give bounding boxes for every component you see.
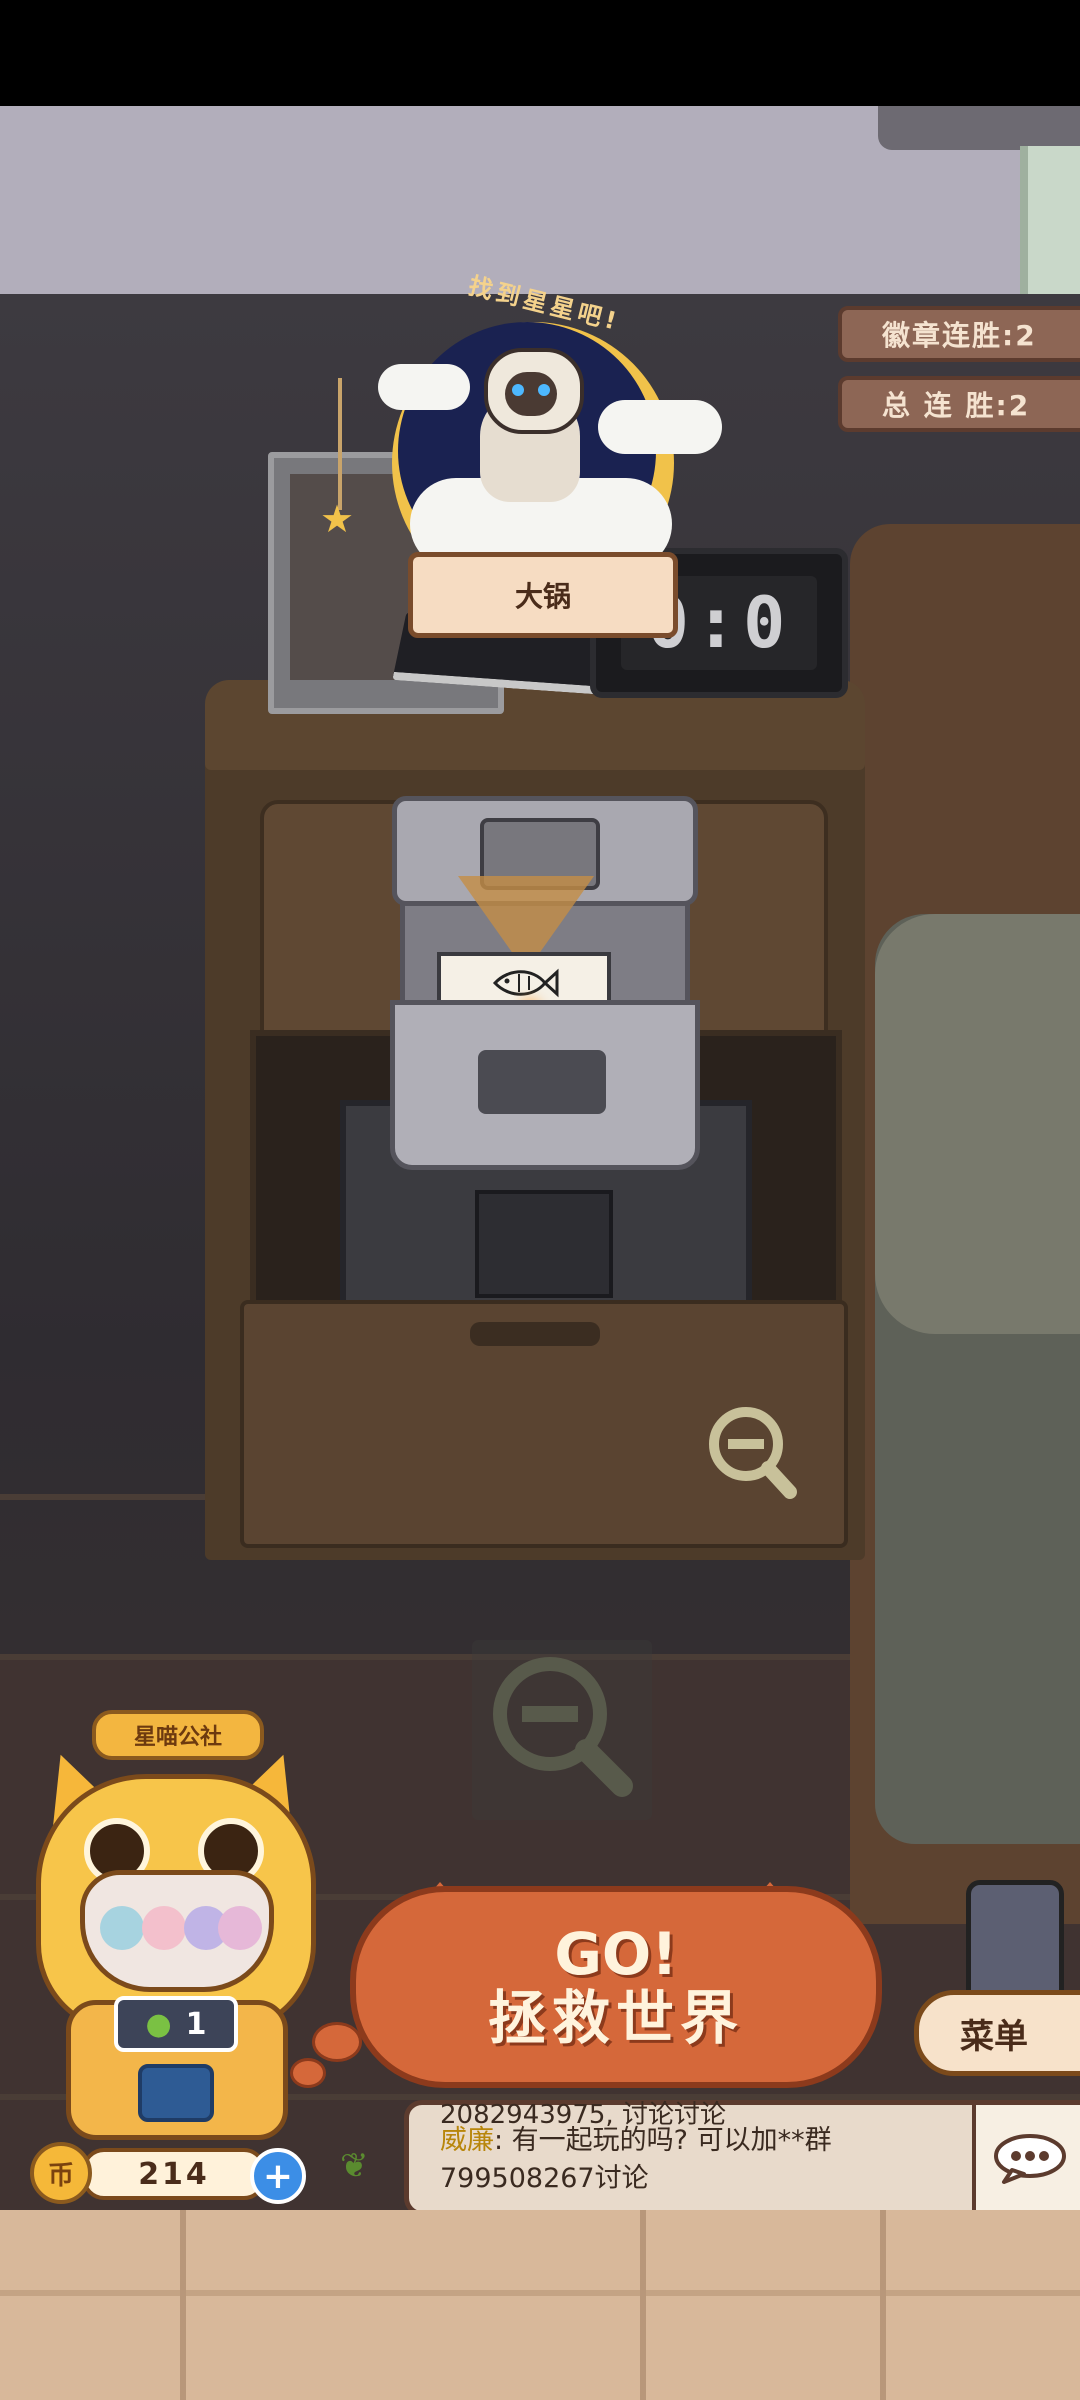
chat-text: : 有一起玩的吗? 可以加**群799508267讨论 — [440, 2125, 832, 2194]
zoom-out-large-icon[interactable] — [472, 1640, 652, 1820]
cloud — [598, 400, 722, 454]
floor-board-line — [0, 2290, 1080, 2296]
go-label: GO! — [554, 1920, 678, 1989]
bed-pillow[interactable] — [875, 914, 1080, 1334]
pebble — [312, 2022, 362, 2062]
star-icon: ★ — [320, 497, 355, 541]
floor-plank-seam — [640, 2210, 646, 2400]
fish-icon — [492, 968, 559, 998]
puzzle-box-slot[interactable] — [478, 1050, 606, 1114]
drawer-handle[interactable] — [470, 1322, 600, 1346]
go-save-world-button[interactable]: GO! 拯救世界 — [350, 1886, 882, 2088]
capsule-chute[interactable] — [138, 2064, 214, 2122]
chat-bubble-icon — [994, 2134, 1066, 2184]
zoom-out-icon[interactable] — [708, 1404, 800, 1504]
top-door — [1020, 146, 1080, 294]
floor-plank-seam — [180, 2210, 186, 2400]
capsule — [142, 1906, 186, 1950]
fishing-rod — [338, 378, 342, 510]
bean-icon: ● — [145, 2006, 172, 2042]
coin-balance: 214 — [82, 2148, 266, 2200]
capsule — [218, 1906, 262, 1950]
top-sign — [878, 106, 1080, 150]
cloud — [378, 364, 470, 410]
add-coins-button[interactable]: + — [250, 2148, 306, 2204]
coin-icon: 币 — [30, 2142, 92, 2204]
gashapon-label: 星喵公社 — [92, 1710, 264, 1760]
cat-eye — [512, 384, 524, 396]
bean-count: 1 — [185, 2006, 207, 2042]
menu-button[interactable]: 菜单 — [914, 1990, 1080, 2076]
leaf-icon: ❦ — [340, 2146, 369, 2186]
total-streak-sign: 总 连 胜:2 — [838, 376, 1080, 432]
capsule — [100, 1906, 144, 1950]
cat-eye — [538, 384, 550, 396]
chat-username: 威廉 — [440, 2125, 494, 2156]
pebble — [290, 2058, 326, 2088]
chat-message: 威廉: 有一起玩的吗? 可以加**群799508267讨论 — [440, 2122, 940, 2198]
badge-streak-sign: 徽章连胜:2 — [838, 306, 1080, 362]
player-name: 大锅 — [514, 580, 571, 613]
chat-button[interactable] — [972, 2100, 1080, 2216]
foreground-floor — [0, 2210, 1080, 2400]
status-bar — [0, 0, 1080, 106]
bean-counter: ● 1 — [114, 1996, 238, 2052]
dark-box-lock[interactable] — [475, 1190, 613, 1298]
player-name-ribbon[interactable]: 大锅 — [408, 552, 678, 638]
save-world-label: 拯救世界 — [487, 1984, 744, 2052]
floor-plank-seam — [880, 2210, 886, 2400]
